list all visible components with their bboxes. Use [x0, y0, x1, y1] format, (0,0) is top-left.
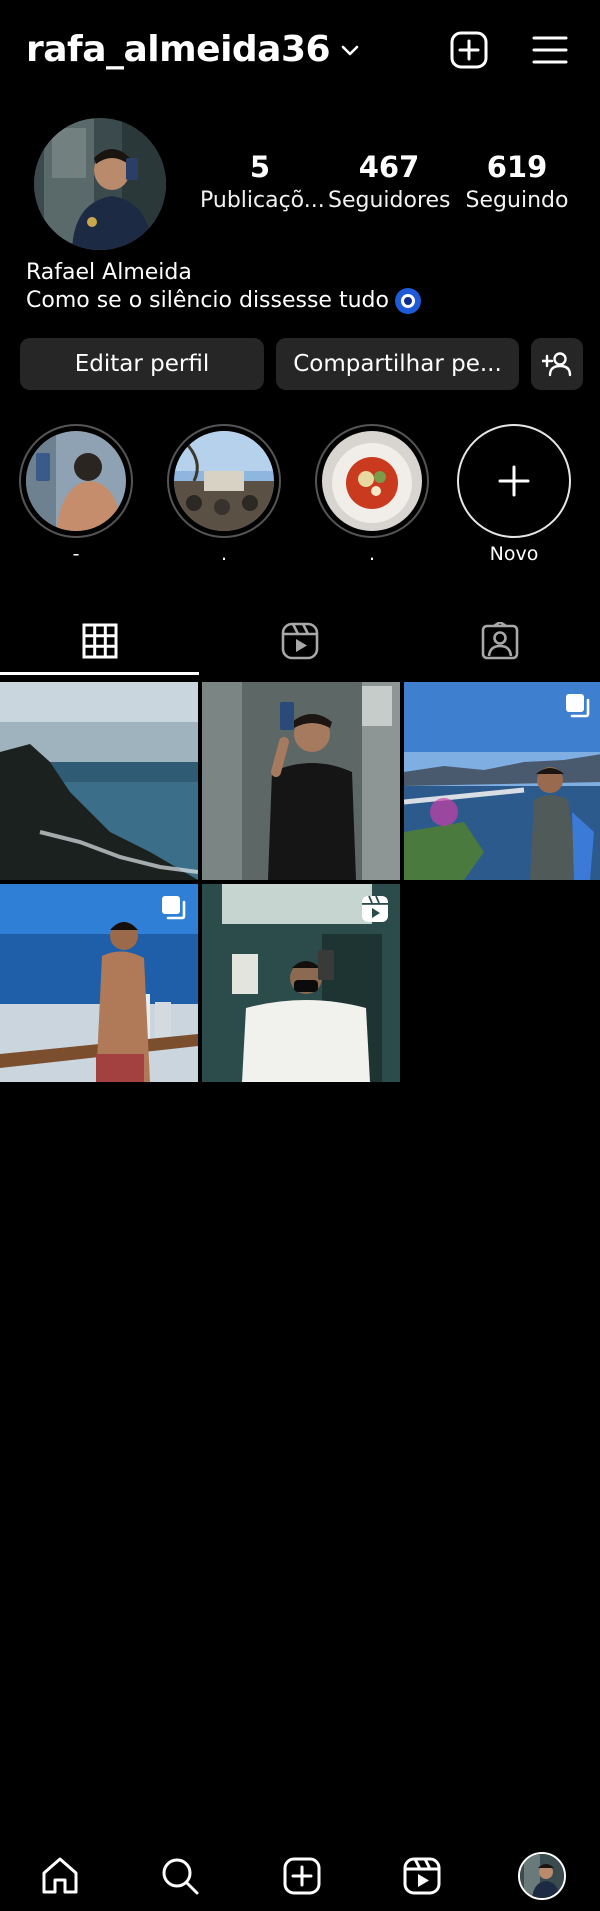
add-person-icon — [542, 352, 572, 377]
tab-tagged[interactable] — [400, 604, 600, 678]
tab-posts-grid[interactable] — [0, 604, 200, 678]
post-thumbnail[interactable] — [404, 682, 600, 880]
post-thumbnail[interactable] — [202, 682, 400, 880]
new-post-button[interactable] — [449, 30, 489, 70]
nav-profile[interactable] — [514, 1848, 570, 1904]
plus-icon — [498, 465, 530, 497]
nav-home[interactable] — [32, 1848, 88, 1904]
new-post-icon — [283, 1857, 321, 1895]
profile-avatar — [518, 1852, 566, 1900]
username: rafa_almeida36 — [26, 29, 331, 70]
stat-following[interactable]: 619 Seguindo — [462, 148, 572, 216]
nazar-amulet-emoji-icon — [394, 288, 421, 314]
profile-bio: Como se o silêncio dissesse tudo — [26, 286, 421, 316]
highlight-caption: Novo — [489, 543, 539, 565]
home-icon — [42, 1857, 78, 1894]
reels-icon — [281, 622, 319, 660]
story-highlight[interactable]: . — [314, 424, 430, 566]
highlight-cover — [174, 431, 274, 531]
top-bar: rafa_almeida36 — [0, 0, 600, 100]
hamburger-icon — [532, 36, 568, 64]
highlight-cover — [26, 431, 126, 531]
following-count: 619 — [486, 150, 548, 184]
edit-profile-label: Editar perfil — [74, 351, 210, 377]
bottom-nav — [0, 1842, 600, 1911]
posts-label: Publicaçõ... — [200, 188, 325, 213]
highlight-ring — [19, 424, 133, 538]
plus-square-icon — [450, 31, 488, 69]
highlight-cover — [322, 431, 422, 531]
highlight-ring — [167, 424, 281, 538]
stat-posts[interactable]: 5 Publicaçõ... — [200, 148, 325, 216]
share-profile-button[interactable]: Compartilhar pe... — [276, 338, 519, 390]
nav-reels[interactable] — [394, 1848, 450, 1904]
tagged-icon — [481, 622, 519, 660]
reels-icon — [403, 1857, 441, 1895]
highlight-caption: - — [72, 543, 80, 565]
profile-tabs — [0, 604, 600, 678]
following-label: Seguindo — [465, 188, 569, 213]
discover-people-button[interactable] — [531, 338, 583, 390]
post-thumbnail[interactable] — [202, 884, 400, 1082]
account-switcher[interactable]: rafa_almeida36 — [26, 26, 360, 74]
story-highlight[interactable]: - — [18, 424, 134, 566]
followers-count: 467 — [358, 150, 420, 184]
stat-followers[interactable]: 467 Seguidores — [328, 148, 451, 216]
grid-icon — [82, 623, 118, 659]
nav-new-post[interactable] — [274, 1848, 330, 1904]
highlight-ring — [457, 424, 571, 538]
post-thumbnail[interactable] — [0, 884, 198, 1082]
post-thumbnail[interactable] — [0, 682, 198, 880]
bio-text: Como se o silêncio dissesse tudo — [26, 288, 389, 313]
tab-reels[interactable] — [200, 604, 400, 678]
active-tab-indicator — [0, 672, 199, 675]
highlight-caption: . — [220, 543, 228, 565]
highlight-ring — [315, 424, 429, 538]
posts-count: 5 — [249, 150, 271, 184]
share-profile-label: Compartilhar pe... — [293, 351, 502, 377]
carousel-icon — [160, 894, 188, 926]
chevron-down-icon — [340, 43, 360, 62]
search-icon — [162, 1858, 199, 1895]
new-highlight-button[interactable]: Novo — [456, 424, 572, 566]
story-highlight[interactable]: . — [166, 424, 282, 566]
carousel-icon — [564, 692, 592, 724]
profile-name: Rafael Almeida — [26, 260, 192, 285]
menu-button[interactable] — [530, 30, 570, 70]
highlight-caption: . — [368, 543, 376, 565]
edit-profile-button[interactable]: Editar perfil — [20, 338, 264, 390]
followers-label: Seguidores — [328, 188, 451, 213]
nav-search[interactable] — [152, 1848, 208, 1904]
reel-icon — [360, 894, 390, 928]
profile-photo[interactable] — [34, 118, 166, 250]
